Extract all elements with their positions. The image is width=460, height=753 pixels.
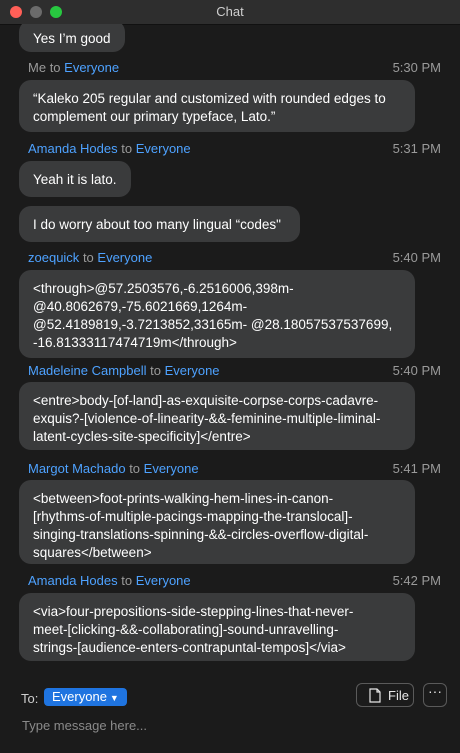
to-word: to (121, 141, 133, 156)
message-bubble: <entre>body-[of-land]-as-exquisite-corps… (19, 382, 415, 450)
message-time: 5:41 PM (392, 461, 441, 476)
message-line: strings-[audience-enters-contrapuntal-te… (33, 640, 346, 655)
message-line: <entre>body-[of-land]-as-exquisite-corps… (33, 393, 379, 408)
recipient-name[interactable]: Everyone (165, 363, 220, 378)
sender-name[interactable]: zoequick (28, 250, 79, 265)
message-header: Amanda Hodes to Everyone 5:42 PM (28, 573, 441, 591)
message-line: “Kaleko 205 regular and customized with … (33, 91, 386, 106)
sender-name[interactable]: Amanda Hodes (28, 573, 118, 588)
message-time: 5:30 PM (392, 60, 441, 75)
message-header: zoequick to Everyone 5:40 PM (28, 250, 441, 268)
message-text: Yeah it is lato. (33, 172, 117, 187)
message-line: meet-[clicking-&&-collaborating]-sound-u… (33, 622, 339, 637)
message-bubble: <through>@57.2503576,-6.2516006,398m- @4… (19, 270, 415, 358)
message-bubble: Yes I’m good (19, 24, 125, 52)
ellipsis-icon: ··· (428, 683, 442, 699)
caret-down-icon: ▼ (109, 693, 119, 703)
message-line: complement our primary typeface, Lato.” (33, 109, 276, 124)
message-bubble: “Kaleko 205 regular and customized with … (19, 80, 415, 132)
message-time: 5:40 PM (392, 250, 441, 265)
chat-messages[interactable]: Yes I’m good Me to Everyone 5:30 PM “Kal… (0, 24, 460, 678)
message-line: latent-cycles-site-specificity]</entre> (33, 429, 251, 444)
message-line: exquis?-[violence-of-linearity-&&-femini… (33, 411, 381, 426)
compose-area: To: Everyone ▼ File ··· Type message here… (0, 678, 460, 753)
message-time: 5:42 PM (392, 573, 441, 588)
message-text: Yes I’m good (33, 31, 111, 46)
message-input[interactable]: Type message here... (22, 718, 442, 736)
message-line: <via>four-prepositions-side-stepping-lin… (33, 604, 354, 619)
to-word: to (129, 461, 141, 476)
file-button[interactable]: File (356, 683, 414, 707)
window-title: Chat (216, 4, 244, 19)
recipient-select[interactable]: Everyone ▼ (44, 688, 127, 706)
message-header: Me to Everyone 5:30 PM (28, 60, 441, 78)
recipient-name[interactable]: Everyone (136, 573, 191, 588)
recipient-name[interactable]: Everyone (136, 141, 191, 156)
to-label: To: (21, 691, 39, 706)
message-bubble: <via>four-prepositions-side-stepping-lin… (19, 593, 415, 661)
to-word: to (82, 250, 94, 265)
sender-name[interactable]: Madeleine Campbell (28, 363, 147, 378)
title-bar: Chat (0, 0, 460, 25)
to-word: to (150, 363, 161, 378)
message-line: singing-translations-spinning-&&-circles… (33, 527, 369, 542)
sender-name[interactable]: Margot Machado (28, 461, 126, 476)
more-options-button[interactable]: ··· (423, 683, 447, 707)
message-line: <through>@57.2503576,-6.2516006,398m- (33, 281, 294, 296)
message-line: <between>foot-prints-walking-hem-lines-i… (33, 491, 334, 506)
message-input-placeholder: Type message here... (22, 718, 148, 733)
document-icon (369, 688, 381, 706)
to-word: to (49, 60, 61, 75)
message-bubble: <between>foot-prints-walking-hem-lines-i… (19, 480, 415, 564)
message-header: Margot Machado to Everyone 5:41 PM (28, 461, 441, 479)
message-line: [rhythms-of-multiple-pacings-mapping-the… (33, 509, 353, 524)
message-time: 5:31 PM (392, 141, 441, 156)
message-bubble: I do worry about too many lingual “codes… (19, 206, 300, 242)
message-line: squares</between> (33, 545, 152, 560)
message-line: @40.8062679,-75.6021669,1264m- (33, 299, 248, 314)
recipient-select-value: Everyone (52, 689, 107, 704)
message-text: I do worry about too many lingual “codes… (33, 217, 281, 232)
file-button-label: File (388, 688, 409, 703)
message-time: 5:40 PM (392, 363, 441, 378)
to-word: to (121, 573, 133, 588)
message-header: Madeleine Campbell to Everyone 5:40 PM (28, 363, 441, 381)
message-line: -16.81333117474719m</through> (33, 335, 237, 350)
sender-name[interactable]: Me (28, 60, 46, 75)
sender-name[interactable]: Amanda Hodes (28, 141, 118, 156)
message-header: Amanda Hodes to Everyone 5:31 PM (28, 141, 441, 159)
message-line: @52.4189819,-3.7213852,33165m- @28.18057… (33, 317, 393, 332)
recipient-name[interactable]: Everyone (97, 250, 152, 265)
message-bubble: Yeah it is lato. (19, 161, 131, 197)
recipient-name[interactable]: Everyone (64, 60, 119, 75)
recipient-name[interactable]: Everyone (144, 461, 199, 476)
